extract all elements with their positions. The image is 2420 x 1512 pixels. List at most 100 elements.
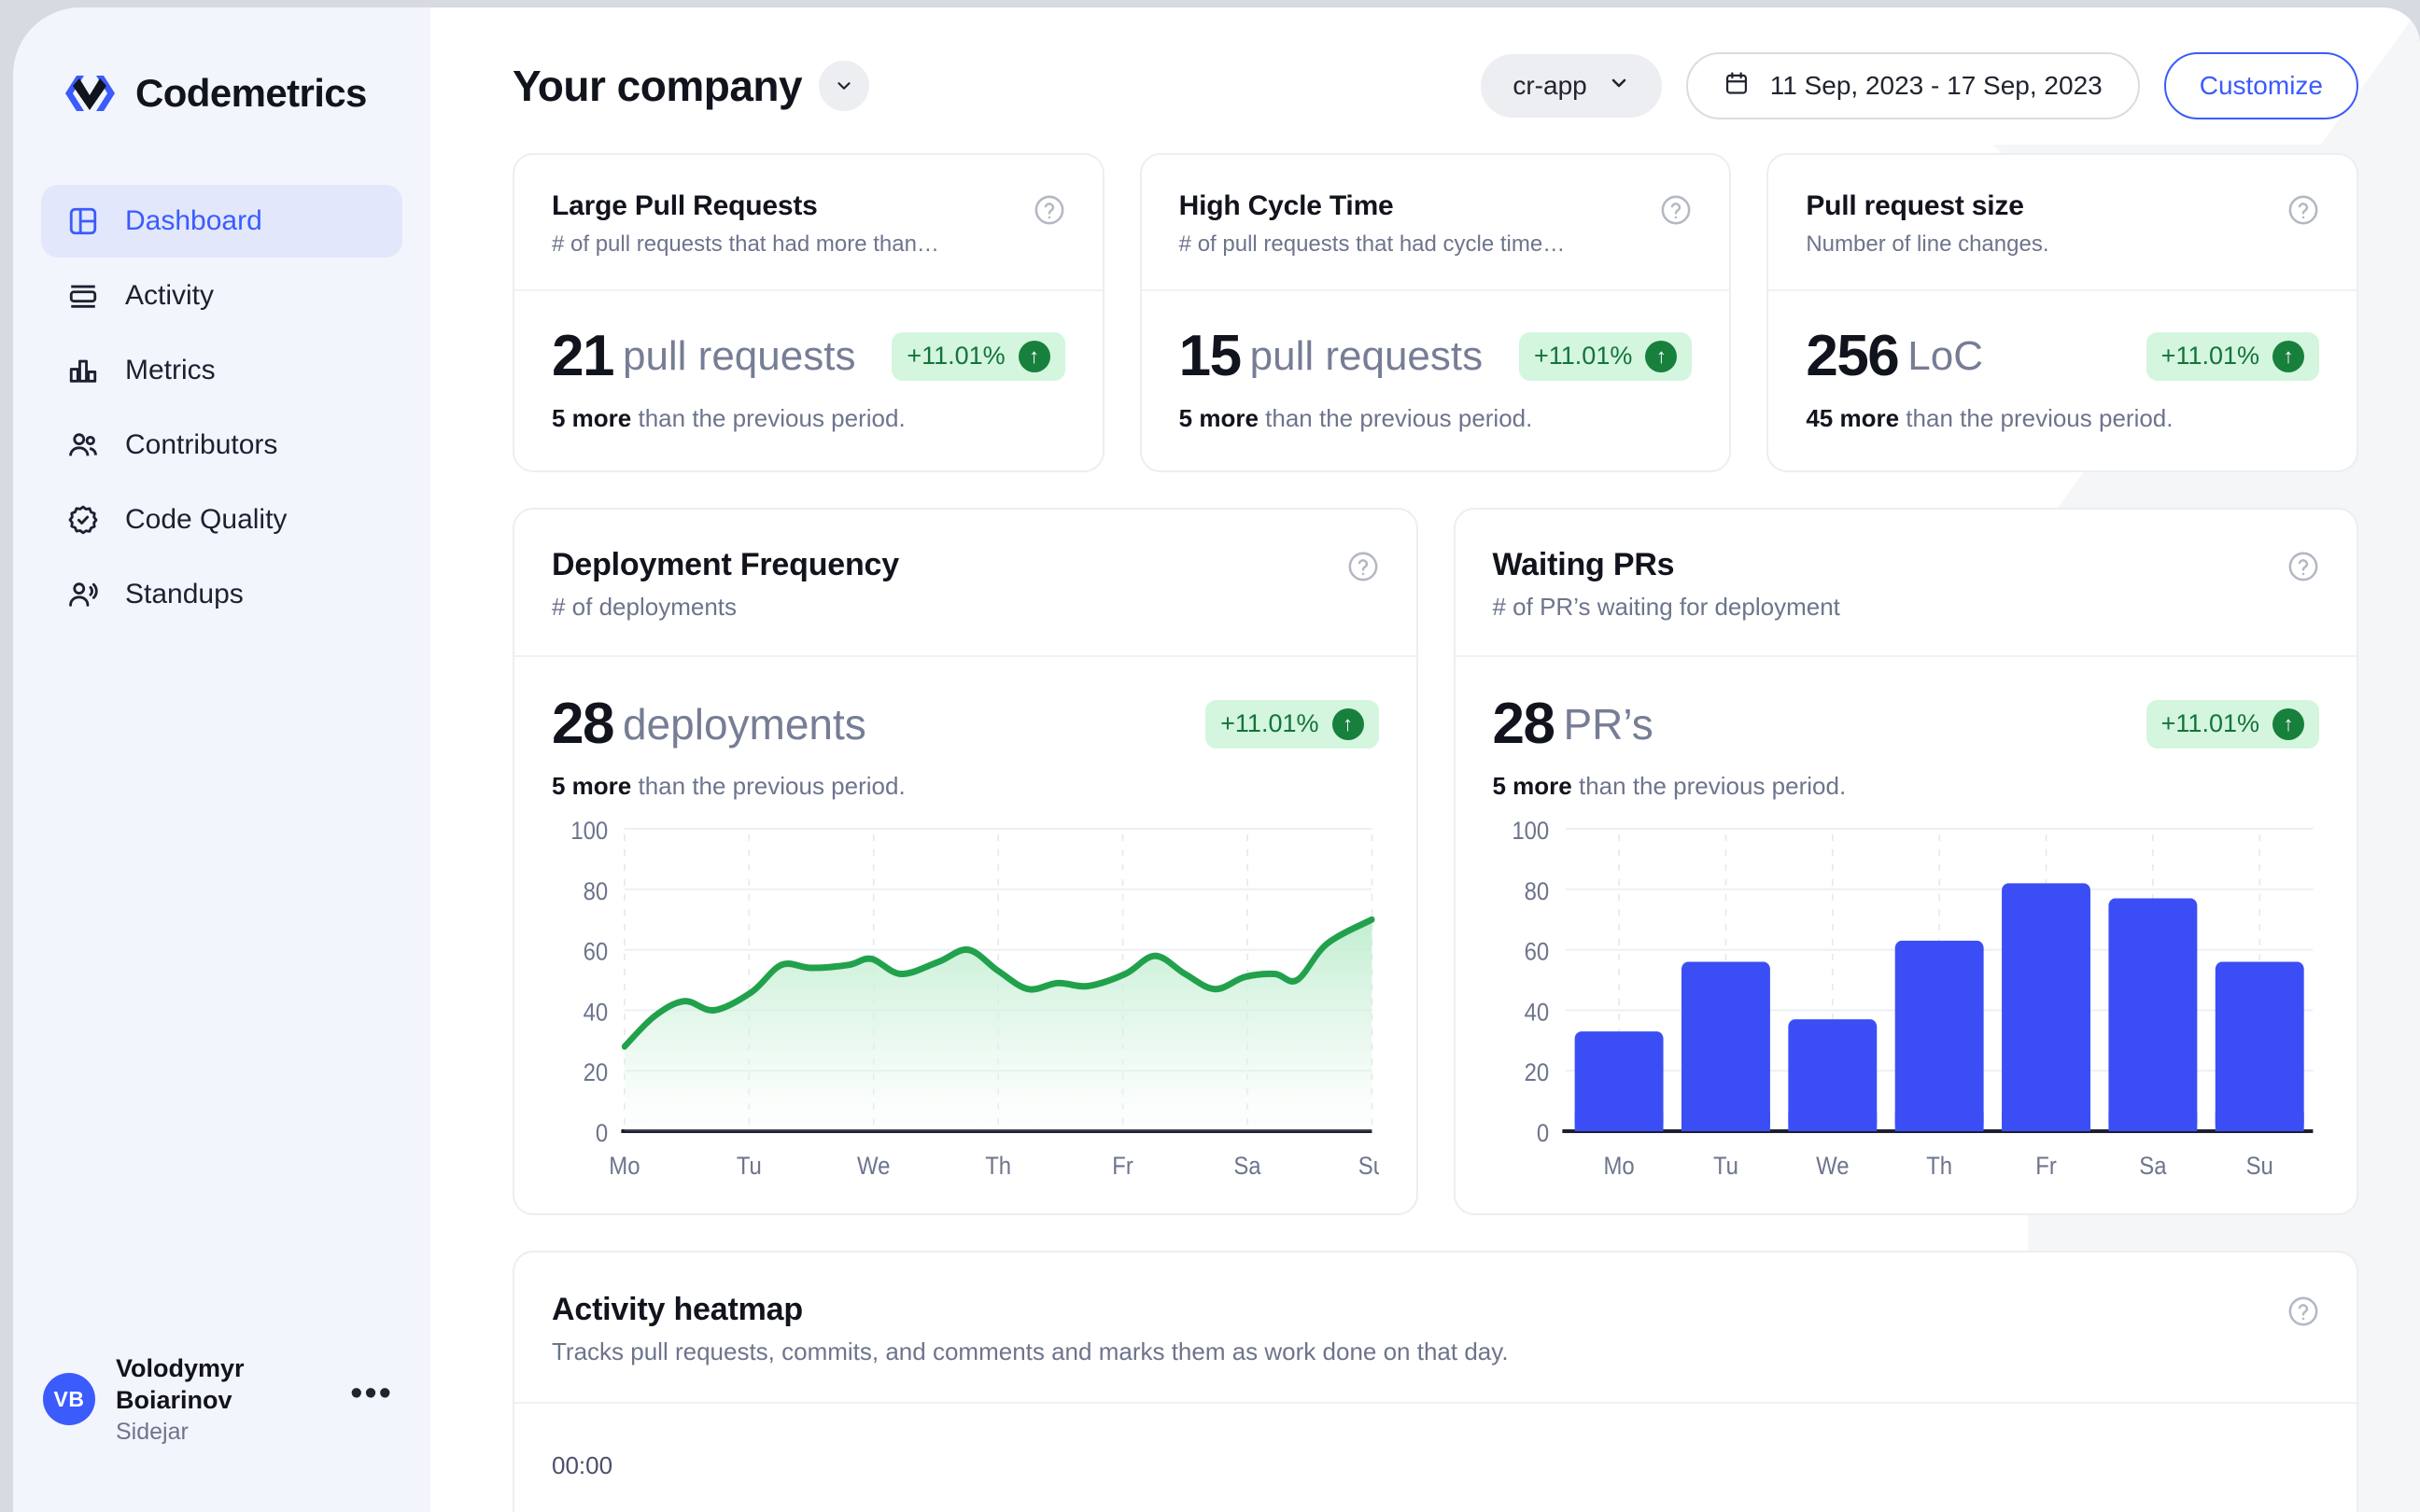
user-role: Sidejar: [116, 1419, 189, 1445]
metric-note-rest: than the previous period.: [631, 772, 906, 800]
arrow-up-icon: ↑: [1331, 707, 1364, 740]
dashboard-icon: [65, 203, 101, 239]
metric-note: 5 more than the previous period.: [552, 772, 1379, 801]
x-axis-tick-label: We: [857, 1153, 890, 1181]
sidebar-item-label: Dashboard: [125, 205, 262, 236]
badge-label: +11.01%: [1220, 709, 1319, 737]
card-header: Large Pull Requests # of pull requests t…: [514, 155, 1103, 291]
help-icon[interactable]: [1034, 194, 1065, 226]
user-more-icon[interactable]: •••: [350, 1376, 393, 1412]
chart-card-waiting-prs: Waiting PRs # of PR’s waiting for deploy…: [1453, 508, 2358, 1215]
card-subtitle: Number of line changes.: [1806, 231, 2049, 257]
bar-foot: [1787, 1113, 1877, 1131]
card-subtitle: # of deployments: [552, 593, 738, 621]
metric-value: 28: [1492, 692, 1555, 756]
metric-row: 28 deployments +11.01% ↑: [552, 691, 1379, 757]
customize-button[interactable]: Customize: [2163, 52, 2358, 119]
help-icon[interactable]: [2287, 1295, 2319, 1327]
help-icon[interactable]: [2287, 194, 2319, 226]
sidebar-item-label: Contributors: [125, 429, 278, 460]
sidebar: Codemetrics Dashboard Activity Metrics C…: [13, 7, 430, 1512]
bar-foot: [1894, 1113, 1984, 1131]
bar: [2215, 961, 2304, 1131]
bar: [1894, 940, 1984, 1131]
metric-row: 21 pull requests +11.01% ↑: [552, 323, 1065, 389]
sidebar-item-activity[interactable]: Activity: [41, 259, 402, 332]
card-subtitle: # of pull requests that had cycle time…: [1178, 231, 1566, 257]
metric-unit: deployments: [622, 699, 866, 749]
card-title: Deployment Frequency: [552, 547, 899, 582]
y-axis-tick-label: 0: [1536, 1120, 1548, 1148]
metric-value: 15: [1178, 324, 1242, 388]
status-badge: +11.01% ↑: [1519, 331, 1693, 381]
bar-foot: [2215, 1113, 2304, 1131]
metric-note-rest: than the previous period.: [1899, 404, 2174, 432]
user-name: Volodymyr Boiarinov: [116, 1353, 245, 1415]
company-switcher-chevron-down-icon[interactable]: [819, 61, 870, 111]
status-badge: +11.01% ↑: [2146, 699, 2319, 749]
card-header-text: Activity heatmap Tracks pull requests, c…: [552, 1292, 2287, 1366]
x-axis-tick-label: Th: [1926, 1153, 1952, 1181]
topbar: Your company cr-app 11 Sep, 2023 - 17 Se…: [430, 7, 2420, 119]
metric-unit: LoC: [1907, 332, 1984, 379]
topbar-actions: cr-app 11 Sep, 2023 - 17 Sep, 2023 Custo…: [1481, 52, 2358, 119]
sidebar-item-code-quality[interactable]: Code Quality: [41, 483, 402, 556]
metric-note: 45 more than the previous period.: [1806, 404, 2319, 433]
card-header-text: Deployment Frequency # of deployments: [552, 547, 1347, 622]
metric-note-strong: 5 more: [1178, 404, 1259, 432]
card-subtitle: Tracks pull requests, commits, and comme…: [552, 1337, 1509, 1365]
codemetrics-logo-icon: [63, 70, 117, 117]
x-axis-tick-label: Su: [1358, 1153, 1379, 1181]
sidebar-item-metrics[interactable]: Metrics: [41, 334, 402, 407]
metric-unit: pull requests: [1249, 332, 1484, 379]
y-axis-tick-label: 40: [1524, 999, 1549, 1027]
user-profile[interactable]: VB Volodymyr Boiarinov Sidejar •••: [13, 1352, 430, 1512]
help-icon[interactable]: [2287, 551, 2319, 582]
brand-name: Codemetrics: [135, 71, 367, 115]
metric-note-strong: 45 more: [1806, 404, 1900, 432]
card-body: 28 deployments +11.01% ↑ 5 more than the…: [514, 657, 1416, 1213]
badge-label: +11.01%: [907, 342, 1006, 370]
waiting-prs-bar-chart: 0 20 40 60 80 100 Mo Tu We Th Fr Sa Su: [1512, 818, 2313, 1181]
date-range-label: 11 Sep, 2023 - 17 Sep, 2023: [1769, 71, 2103, 100]
bar: [1787, 1019, 1877, 1131]
date-range-picker[interactable]: 11 Sep, 2023 - 17 Sep, 2023: [1685, 52, 2140, 119]
x-axis-tick-label: Th: [985, 1153, 1011, 1181]
x-axis-tick-label: Fr: [2035, 1153, 2057, 1181]
metric-row: 28 PR’s +11.01% ↑: [1492, 691, 2319, 757]
app-selector[interactable]: cr-app: [1481, 54, 1662, 118]
card-header: Deployment Frequency # of deployments: [514, 510, 1416, 657]
metric-value: 256: [1806, 324, 1899, 388]
card-header: Pull request size Number of line changes…: [1768, 155, 2357, 291]
calendar-icon: [1724, 70, 1750, 103]
chevron-down-icon: [1608, 71, 1630, 101]
card-body: 21 pull requests +11.01% ↑ 5 more than t…: [514, 291, 1103, 470]
activity-icon: [65, 278, 101, 314]
metric-note-rest: than the previous period.: [1258, 404, 1533, 432]
metrics-icon: [65, 353, 101, 388]
arrow-up-icon: ↑: [2272, 707, 2304, 740]
help-icon[interactable]: [1347, 551, 1379, 582]
card-header-text: Pull request size Number of line changes…: [1806, 190, 2287, 258]
metric-note: 5 more than the previous period.: [552, 404, 1065, 433]
x-axis-tick-label: Tu: [737, 1153, 762, 1181]
help-icon[interactable]: [1660, 194, 1692, 226]
status-badge: +11.01% ↑: [2146, 331, 2320, 381]
bar-rect: [1681, 961, 1770, 1131]
sidebar-item-contributors[interactable]: Contributors: [41, 409, 402, 482]
bar-rect: [2001, 883, 2090, 1131]
y-axis-tick-label: 60: [584, 938, 609, 966]
card-header: High Cycle Time # of pull requests that …: [1141, 155, 1730, 291]
sidebar-item-dashboard[interactable]: Dashboard: [41, 185, 402, 258]
main-content: Your company cr-app 11 Sep, 2023 - 17 Se…: [430, 7, 2420, 1512]
x-axis-tick-label: Sa: [2139, 1153, 2167, 1181]
bar-foot: [2107, 1113, 2197, 1131]
metric-note: 5 more than the previous period.: [1179, 404, 1693, 433]
sidebar-item-standups[interactable]: Standups: [41, 558, 402, 631]
x-axis-tick-label: We: [1816, 1153, 1849, 1181]
card-title: Activity heatmap: [552, 1292, 803, 1327]
card-title: High Cycle Time: [1178, 190, 1394, 221]
y-axis-tick-label: 80: [1524, 878, 1549, 906]
contributors-icon: [65, 427, 101, 463]
metric-note-strong: 5 more: [1492, 772, 1572, 800]
